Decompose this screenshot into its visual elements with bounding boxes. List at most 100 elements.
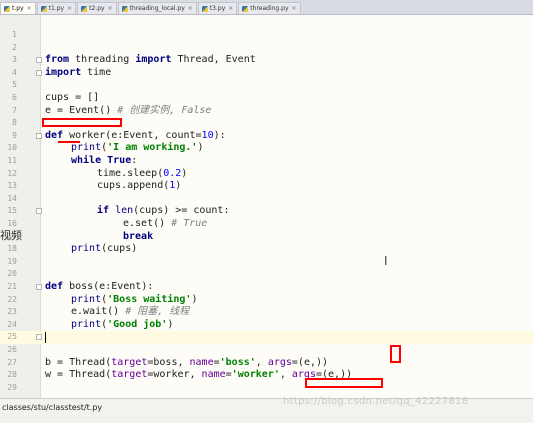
- keyword: from: [45, 54, 70, 66]
- line-number: 20: [7, 269, 17, 279]
- tab-threading-local-py[interactable]: threading_local.py ×: [117, 2, 197, 14]
- tab-label: t3.py: [209, 5, 226, 12]
- close-icon[interactable]: ×: [292, 5, 297, 12]
- code-token: ,: [255, 356, 268, 368]
- close-icon[interactable]: ×: [228, 5, 233, 12]
- line-number: 14: [7, 193, 17, 203]
- python-file-icon: [201, 5, 208, 12]
- red-highlight-box: [390, 345, 401, 363]
- keyword: def: [45, 129, 64, 141]
- close-icon[interactable]: ×: [27, 5, 32, 12]
- tab-label: t2.py: [89, 5, 105, 12]
- code-editor[interactable]: 1 2 3 from threading import Thread, Event…: [0, 15, 533, 398]
- code-line: 26: [0, 344, 533, 357]
- code-line: 22 print('Boss waiting'): [0, 294, 533, 307]
- tab-t3-py[interactable]: t3.py ×: [197, 2, 238, 14]
- comment: # True: [171, 218, 208, 229]
- comment: # 阻塞, 线程: [125, 306, 190, 318]
- line-number: 9: [12, 130, 17, 140]
- string: 'boss': [219, 356, 256, 368]
- line-number: 25: [7, 332, 17, 342]
- line-number: 2: [12, 42, 17, 52]
- tab-t2-py[interactable]: t2.py ×: [77, 2, 117, 14]
- editor-tab-bar: t.py × t1.py × t2.py × threading_local.p…: [0, 0, 533, 15]
- code-line: 18 print(cups): [0, 243, 533, 256]
- fold-marker-icon[interactable]: [36, 57, 42, 64]
- mouse-ibeam-icon: I: [384, 254, 388, 268]
- code-token: worker(e:Event, count=: [63, 129, 202, 141]
- line-number: 10: [7, 143, 17, 153]
- code-line: 5: [0, 79, 533, 92]
- line-number: 11: [7, 156, 17, 165]
- line-number: 28: [7, 370, 17, 380]
- code-line: 7 e = Event() # 创建实例, False: [0, 105, 533, 118]
- overlay-side-text: 视频: [0, 229, 22, 242]
- kwarg: target: [111, 369, 148, 381]
- code-token: ): [191, 293, 198, 305]
- code-text: print(cups): [71, 243, 137, 256]
- tab-threading-py[interactable]: threading.py ×: [238, 2, 301, 14]
- code-line: 1: [0, 29, 533, 42]
- keyword: break: [123, 230, 154, 242]
- fold-marker-icon[interactable]: [36, 69, 42, 76]
- kwarg: target: [111, 356, 148, 368]
- code-text: e.wait() # 阻塞, 线程: [71, 306, 189, 319]
- keyword: True: [107, 155, 132, 166]
- keyword: if: [97, 205, 110, 217]
- code-line: 4 import time: [0, 67, 533, 80]
- tab-t1-py[interactable]: t1.py ×: [36, 2, 77, 14]
- code-text: print('Good job'): [71, 319, 173, 332]
- code-token: e = Event(): [45, 104, 118, 116]
- code-line: 16 e.set() # True: [0, 218, 533, 231]
- code-text: from threading import Thread, Event: [45, 54, 256, 67]
- fold-marker-icon[interactable]: [36, 334, 42, 341]
- line-number: 4: [12, 67, 17, 77]
- line-number: 6: [12, 93, 17, 102]
- kwarg: args: [267, 356, 292, 368]
- code-token: :: [131, 155, 138, 166]
- keyword: while: [71, 155, 102, 166]
- text-caret: [45, 332, 46, 344]
- line-number: 18: [7, 244, 17, 254]
- builtin: print: [71, 243, 102, 255]
- close-icon[interactable]: ×: [108, 5, 113, 12]
- number: 10: [201, 129, 214, 141]
- code-text: if len(cups) >= count:: [97, 205, 229, 218]
- tab-label: t1.py: [48, 5, 65, 12]
- fold-marker-icon[interactable]: [36, 132, 42, 139]
- keyword: def: [45, 281, 64, 292]
- close-icon[interactable]: ×: [188, 5, 193, 12]
- code-token: (cups) >= count:: [133, 205, 230, 217]
- red-underline: [58, 141, 80, 143]
- code-line: 17 break: [0, 231, 533, 244]
- code-text: b = Thread(target=boss, name='boss', arg…: [45, 357, 328, 370]
- line-number: 27: [7, 357, 17, 367]
- red-highlight-box: [305, 378, 383, 388]
- string: 'Good job': [107, 318, 168, 330]
- code-line: 13 cups.append(1): [0, 180, 533, 193]
- code-token: cups.append(: [97, 180, 170, 192]
- close-icon[interactable]: ×: [67, 5, 72, 12]
- line-number: 22: [7, 294, 17, 304]
- fold-marker-icon[interactable]: [36, 208, 42, 215]
- python-file-icon: [4, 5, 10, 12]
- code-token: =worker,: [147, 369, 202, 381]
- comment: # 创建实例, False: [117, 104, 212, 116]
- code-line: 12 time.sleep(0.2): [0, 168, 533, 181]
- red-highlight-box: [42, 118, 122, 127]
- code-token: b = Thread(: [45, 356, 112, 368]
- line-number: 29: [7, 382, 17, 392]
- code-line: 14: [0, 193, 533, 206]
- code-text: e = Event() # 创建实例, False: [45, 105, 211, 118]
- fold-marker-icon[interactable]: [36, 284, 42, 290]
- kwarg: name: [201, 369, 226, 381]
- tab-label: threading_local.py: [129, 5, 185, 12]
- code-token: (cups): [101, 243, 138, 255]
- line-number: 19: [7, 256, 17, 266]
- line-number: 24: [7, 319, 17, 329]
- code-line: 27 b = Thread(target=boss, name='boss', a…: [0, 357, 533, 370]
- code-line: 20: [0, 268, 533, 281]
- code-line: 3 from threading import Thread, Event: [0, 54, 533, 67]
- line-number: 15: [7, 206, 17, 216]
- tab-t-py[interactable]: t.py ×: [0, 2, 36, 14]
